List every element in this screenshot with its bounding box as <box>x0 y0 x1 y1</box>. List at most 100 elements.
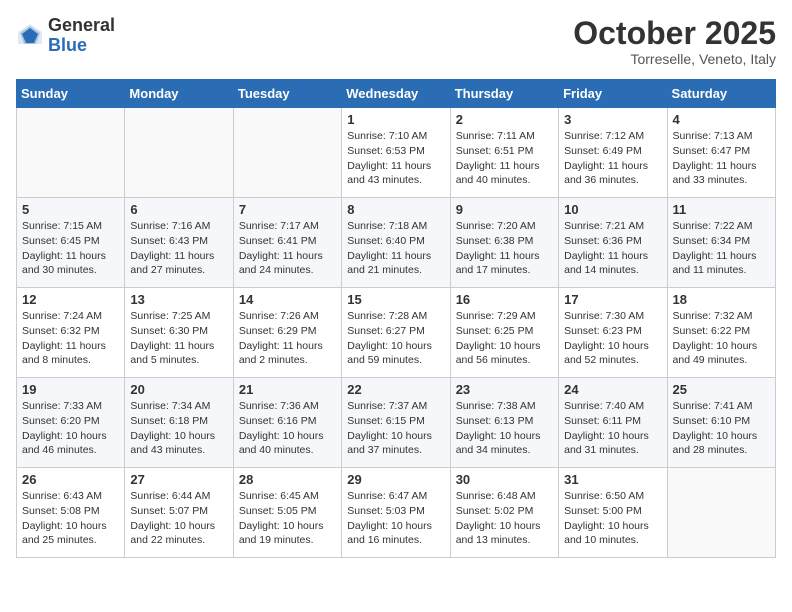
calendar-cell: 4 Sunrise: 7:13 AM Sunset: 6:47 PM Daylig… <box>667 108 775 198</box>
day-number: 12 <box>22 292 119 307</box>
day-info: Sunrise: 7:10 AM Sunset: 6:53 PM Dayligh… <box>347 129 444 188</box>
day-number: 8 <box>347 202 444 217</box>
day-info: Sunrise: 7:37 AM Sunset: 6:15 PM Dayligh… <box>347 399 444 458</box>
day-info: Sunrise: 7:34 AM Sunset: 6:18 PM Dayligh… <box>130 399 227 458</box>
title-block: October 2025 Torreselle, Veneto, Italy <box>573 16 776 67</box>
day-number: 2 <box>456 112 553 127</box>
day-info: Sunrise: 7:38 AM Sunset: 6:13 PM Dayligh… <box>456 399 553 458</box>
day-number: 18 <box>673 292 770 307</box>
calendar-cell <box>667 468 775 558</box>
day-info: Sunrise: 7:33 AM Sunset: 6:20 PM Dayligh… <box>22 399 119 458</box>
calendar-cell: 12 Sunrise: 7:24 AM Sunset: 6:32 PM Dayli… <box>17 288 125 378</box>
calendar-cell: 16Sunrise: 7:29 AM Sunset: 6:25 PM Dayli… <box>450 288 558 378</box>
day-info: Sunrise: 7:36 AM Sunset: 6:16 PM Dayligh… <box>239 399 336 458</box>
day-info: Sunrise: 7:11 AM Sunset: 6:51 PM Dayligh… <box>456 129 553 188</box>
day-info: Sunrise: 7:32 AM Sunset: 6:22 PM Dayligh… <box>673 309 770 368</box>
calendar-week-3: 19 Sunrise: 7:33 AM Sunset: 6:20 PM Dayli… <box>17 378 776 468</box>
day-info: Sunrise: 7:16 AM Sunset: 6:43 PM Dayligh… <box>130 219 227 278</box>
day-info: Sunrise: 6:48 AM Sunset: 5:02 PM Dayligh… <box>456 489 553 548</box>
calendar-week-0: 1 Sunrise: 7:10 AM Sunset: 6:53 PM Daylig… <box>17 108 776 198</box>
calendar-cell: 27 Sunrise: 6:44 AM Sunset: 5:07 PM Dayli… <box>125 468 233 558</box>
day-info: Sunrise: 7:13 AM Sunset: 6:47 PM Dayligh… <box>673 129 770 188</box>
day-info: Sunrise: 7:40 AM Sunset: 6:11 PM Dayligh… <box>564 399 661 458</box>
calendar-cell: 31 Sunrise: 6:50 AM Sunset: 5:00 PM Dayli… <box>559 468 667 558</box>
calendar-cell <box>17 108 125 198</box>
day-info: Sunrise: 7:30 AM Sunset: 6:23 PM Dayligh… <box>564 309 661 368</box>
day-number: 23 <box>456 382 553 397</box>
day-info: Sunrise: 7:29 AM Sunset: 6:25 PM Dayligh… <box>456 309 553 368</box>
col-header-saturday: Saturday <box>667 80 775 108</box>
day-number: 15 <box>347 292 444 307</box>
calendar-cell <box>125 108 233 198</box>
col-header-tuesday: Tuesday <box>233 80 341 108</box>
day-number: 27 <box>130 472 227 487</box>
calendar-cell: 6 Sunrise: 7:16 AM Sunset: 6:43 PM Daylig… <box>125 198 233 288</box>
day-number: 17 <box>564 292 661 307</box>
day-number: 3 <box>564 112 661 127</box>
logo-text: General Blue <box>48 16 115 56</box>
calendar-cell: 7 Sunrise: 7:17 AM Sunset: 6:41 PM Daylig… <box>233 198 341 288</box>
calendar-week-1: 5 Sunrise: 7:15 AM Sunset: 6:45 PM Daylig… <box>17 198 776 288</box>
logo-general: General <box>48 15 115 35</box>
day-info: Sunrise: 7:17 AM Sunset: 6:41 PM Dayligh… <box>239 219 336 278</box>
col-header-monday: Monday <box>125 80 233 108</box>
calendar-table: SundayMondayTuesdayWednesdayThursdayFrid… <box>16 79 776 558</box>
calendar-cell: 25Sunrise: 7:41 AM Sunset: 6:10 PM Dayli… <box>667 378 775 468</box>
day-info: Sunrise: 6:45 AM Sunset: 5:05 PM Dayligh… <box>239 489 336 548</box>
day-number: 7 <box>239 202 336 217</box>
calendar-cell: 19 Sunrise: 7:33 AM Sunset: 6:20 PM Dayli… <box>17 378 125 468</box>
day-number: 20 <box>130 382 227 397</box>
location: Torreselle, Veneto, Italy <box>573 51 776 67</box>
calendar-cell: 10 Sunrise: 7:21 AM Sunset: 6:36 PM Dayli… <box>559 198 667 288</box>
calendar-cell: 5 Sunrise: 7:15 AM Sunset: 6:45 PM Daylig… <box>17 198 125 288</box>
day-number: 25 <box>673 382 770 397</box>
day-number: 31 <box>564 472 661 487</box>
calendar-cell: 13Sunrise: 7:25 AM Sunset: 6:30 PM Dayli… <box>125 288 233 378</box>
day-info: Sunrise: 6:43 AM Sunset: 5:08 PM Dayligh… <box>22 489 119 548</box>
col-header-thursday: Thursday <box>450 80 558 108</box>
day-number: 10 <box>564 202 661 217</box>
calendar-cell: 9 Sunrise: 7:20 AM Sunset: 6:38 PM Daylig… <box>450 198 558 288</box>
calendar-week-2: 12 Sunrise: 7:24 AM Sunset: 6:32 PM Dayli… <box>17 288 776 378</box>
day-number: 1 <box>347 112 444 127</box>
calendar-cell: 2 Sunrise: 7:11 AM Sunset: 6:51 PM Daylig… <box>450 108 558 198</box>
day-number: 14 <box>239 292 336 307</box>
calendar-week-4: 26 Sunrise: 6:43 AM Sunset: 5:08 PM Dayli… <box>17 468 776 558</box>
day-info: Sunrise: 6:44 AM Sunset: 5:07 PM Dayligh… <box>130 489 227 548</box>
col-header-sunday: Sunday <box>17 80 125 108</box>
calendar-header-row: SundayMondayTuesdayWednesdayThursdayFrid… <box>17 80 776 108</box>
day-number: 9 <box>456 202 553 217</box>
day-info: Sunrise: 7:26 AM Sunset: 6:29 PM Dayligh… <box>239 309 336 368</box>
month-title: October 2025 <box>573 16 776 51</box>
day-number: 11 <box>673 202 770 217</box>
day-number: 22 <box>347 382 444 397</box>
day-info: Sunrise: 7:24 AM Sunset: 6:32 PM Dayligh… <box>22 309 119 368</box>
day-info: Sunrise: 7:18 AM Sunset: 6:40 PM Dayligh… <box>347 219 444 278</box>
day-number: 21 <box>239 382 336 397</box>
day-number: 19 <box>22 382 119 397</box>
calendar-cell <box>233 108 341 198</box>
day-info: Sunrise: 7:20 AM Sunset: 6:38 PM Dayligh… <box>456 219 553 278</box>
day-info: Sunrise: 6:50 AM Sunset: 5:00 PM Dayligh… <box>564 489 661 548</box>
day-info: Sunrise: 7:22 AM Sunset: 6:34 PM Dayligh… <box>673 219 770 278</box>
calendar-cell: 14 Sunrise: 7:26 AM Sunset: 6:29 PM Dayli… <box>233 288 341 378</box>
day-info: Sunrise: 7:15 AM Sunset: 6:45 PM Dayligh… <box>22 219 119 278</box>
day-number: 26 <box>22 472 119 487</box>
calendar-cell: 8 Sunrise: 7:18 AM Sunset: 6:40 PM Daylig… <box>342 198 450 288</box>
day-info: Sunrise: 6:47 AM Sunset: 5:03 PM Dayligh… <box>347 489 444 548</box>
day-number: 4 <box>673 112 770 127</box>
calendar-cell: 20 Sunrise: 7:34 AM Sunset: 6:18 PM Dayli… <box>125 378 233 468</box>
day-number: 29 <box>347 472 444 487</box>
day-number: 5 <box>22 202 119 217</box>
day-number: 6 <box>130 202 227 217</box>
calendar-cell: 23 Sunrise: 7:38 AM Sunset: 6:13 PM Dayli… <box>450 378 558 468</box>
day-info: Sunrise: 7:25 AM Sunset: 6:30 PM Dayligh… <box>130 309 227 368</box>
day-number: 28 <box>239 472 336 487</box>
calendar-cell: 28 Sunrise: 6:45 AM Sunset: 5:05 PM Dayli… <box>233 468 341 558</box>
calendar-cell: 11 Sunrise: 7:22 AM Sunset: 6:34 PM Dayli… <box>667 198 775 288</box>
day-info: Sunrise: 7:21 AM Sunset: 6:36 PM Dayligh… <box>564 219 661 278</box>
day-number: 24 <box>564 382 661 397</box>
calendar-body: 1 Sunrise: 7:10 AM Sunset: 6:53 PM Daylig… <box>17 108 776 558</box>
day-number: 30 <box>456 472 553 487</box>
logo-blue: Blue <box>48 35 87 55</box>
